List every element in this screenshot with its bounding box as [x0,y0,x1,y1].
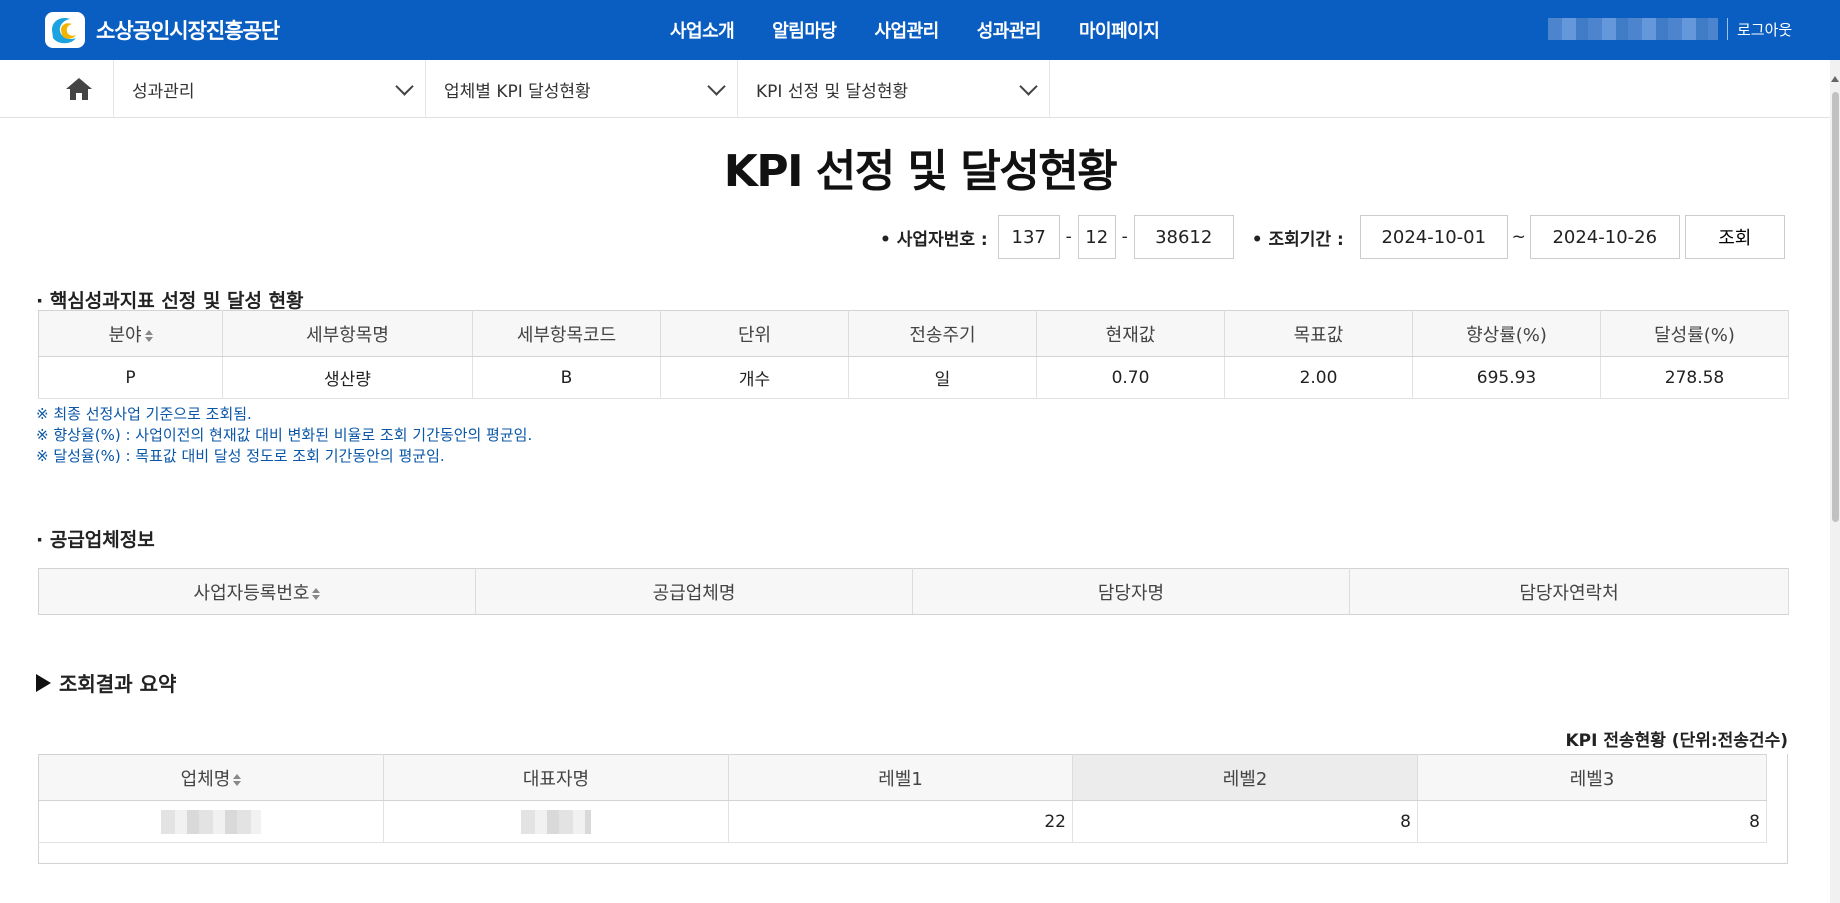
sort-icon[interactable] [144,329,153,342]
column-header: 전송주기 [848,310,1037,357]
biz-number-label: • 사업자번호 : [880,229,988,250]
column-header-company-name[interactable]: 업체명 [38,754,384,801]
column-header-field[interactable]: 분야 [38,310,223,357]
table-cell-level2: 8 [1072,800,1418,843]
search-button[interactable]: 조회 [1684,215,1785,259]
tilde: ~ [1511,227,1526,247]
column-header-biz-reg-no[interactable]: 사업자등록번호 [38,568,476,615]
column-header: 레벨1 [728,754,1073,801]
kpi-notes: ※ 최종 선정사업 기준으로 조회됨. ※ 향상율(%) : 사업이전의 현재값… [36,404,532,467]
top-navigation-bar: 소상공인시장진흥공단 사업소개 알림마당 사업관리 성과관리 마이페이지 로그아… [0,0,1840,60]
nav-item-notices[interactable]: 알림마당 [772,17,837,43]
column-header: 대표자명 [383,754,729,801]
supplier-section-title: · 공급업체정보 [36,529,155,551]
column-header: 세부항목명 [222,310,473,357]
table-cell: P [38,356,223,399]
sort-icon[interactable] [233,773,242,786]
chevron-down-icon [395,76,414,96]
nav-item-performance-management[interactable]: 성과관리 [977,17,1042,43]
representative-name-redacted [383,800,729,843]
column-header: 담당자명 [912,568,1350,615]
note-item: ※ 달성율(%) : 목표값 대비 달성 정도로 조회 기간동안의 평균임. [36,447,445,465]
redacted-text [161,809,261,834]
redacted-text [521,809,591,834]
note-item: ※ 향상율(%) : 사업이전의 현재값 대비 변화된 비율로 조회 기간동안의… [36,426,533,444]
column-header: 달성률(%) [1600,310,1789,357]
kpi-section-title: · 핵심성과지표 선정 및 달성 현황 [36,290,304,312]
date-to-input[interactable]: 2024-10-26 [1529,215,1680,259]
table-row[interactable]: P 생산량 B 개수 일 0.70 2.00 695.93 278.58 [38,356,1789,399]
breadcrumb: 성과관리 업체별 KPI 달성현황 KPI 선정 및 달성현황 [0,60,1840,118]
nav-item-mypage[interactable]: 마이페이지 [1079,17,1160,43]
table-cell: 0.70 [1036,356,1225,399]
chevron-down-icon [707,76,726,96]
date-from-input[interactable]: 2024-10-01 [1359,215,1508,259]
table-cell: 일 [848,356,1037,399]
column-header: 공급업체명 [475,568,913,615]
kpi-table: 분야 세부항목명 세부항목코드 단위 전송주기 현재값 목표값 향상률(%) 달… [38,310,1789,399]
home-button[interactable] [44,60,114,118]
column-header: 단위 [660,310,849,357]
table-header-row: 분야 세부항목명 세부항목코드 단위 전송주기 현재값 목표값 향상률(%) 달… [38,310,1789,357]
summary-title-text: 조회결과 요약 [59,672,177,696]
nav-item-business-management[interactable]: 사업관리 [875,17,940,43]
table-cell: 생산량 [222,356,473,399]
user-name-redacted [1548,18,1718,40]
breadcrumb-label: KPI 선정 및 달성현황 [756,81,909,102]
column-header: 향상률(%) [1412,310,1601,357]
dash: - [1121,227,1128,247]
logo-text: 소상공인시장진흥공단 [96,19,280,43]
supplier-table: 사업자등록번호 공급업체명 담당자명 담당자연락처 [38,568,1789,615]
breadcrumb-label: 성과관리 [132,81,195,102]
dash: - [1065,227,1072,247]
logout-link[interactable]: 로그아웃 [1737,19,1792,40]
page-title: KPI 선정 및 달성현황 [723,146,1118,197]
column-header: 담당자연락처 [1349,568,1789,615]
breadcrumb-dropdown-1[interactable]: 성과관리 [114,60,426,118]
search-form: • 사업자번호 : 137 - 12 - 38612 • 조회기간 : 2024… [880,215,1785,259]
site-logo[interactable]: 소상공인시장진흥공단 [44,10,280,50]
table-cell: 695.93 [1412,356,1601,399]
column-header: 현재값 [1036,310,1225,357]
kpi-transmission-caption: KPI 전송현황 (단위:전송건수) [1565,731,1788,751]
note-item: ※ 최종 선정사업 기준으로 조회됨. [36,405,252,423]
column-header: 세부항목코드 [472,310,661,357]
column-header: 레벨2 [1072,754,1418,801]
table-cell: 개수 [660,356,849,399]
chevron-down-icon [1019,76,1038,96]
breadcrumb-dropdown-3[interactable]: KPI 선정 및 달성현황 [738,60,1050,118]
period-label: • 조회기간 : [1251,229,1344,250]
table-row[interactable]: 22 8 8 [38,800,1767,843]
home-icon [65,78,92,100]
table-header-row: 사업자등록번호 공급업체명 담당자명 담당자연락처 [38,568,1789,615]
scroll-up-icon[interactable] [1831,76,1839,82]
main-nav: 사업소개 알림마당 사업관리 성과관리 마이페이지 [670,0,1197,60]
nav-item-business-intro[interactable]: 사업소개 [670,17,735,43]
table-cell-level3: 8 [1417,800,1767,843]
biz-number-input-3[interactable]: 38612 [1133,215,1234,259]
breadcrumb-label: 업체별 KPI 달성현황 [444,81,591,102]
triangle-right-icon [36,673,51,692]
logo-icon [45,12,85,48]
summary-table: 업체명 대표자명 레벨1 레벨2 레벨3 22 8 8 [38,754,1767,843]
table-cell: 2.00 [1224,356,1413,399]
company-name-redacted [38,800,384,843]
table-header-row: 업체명 대표자명 레벨1 레벨2 레벨3 [38,754,1767,801]
table-cell-level1: 22 [728,800,1073,843]
sort-icon[interactable] [312,587,321,600]
table-cell: 278.58 [1600,356,1789,399]
column-header: 레벨3 [1417,754,1767,801]
column-header: 목표값 [1224,310,1413,357]
divider [1727,18,1728,40]
table-cell: B [472,356,661,399]
summary-section-title: 조회결과 요약 [36,668,176,697]
breadcrumb-dropdown-2[interactable]: 업체별 KPI 달성현황 [426,60,738,118]
biz-number-input-1[interactable]: 137 [997,215,1060,259]
biz-number-input-2[interactable]: 12 [1077,215,1116,259]
